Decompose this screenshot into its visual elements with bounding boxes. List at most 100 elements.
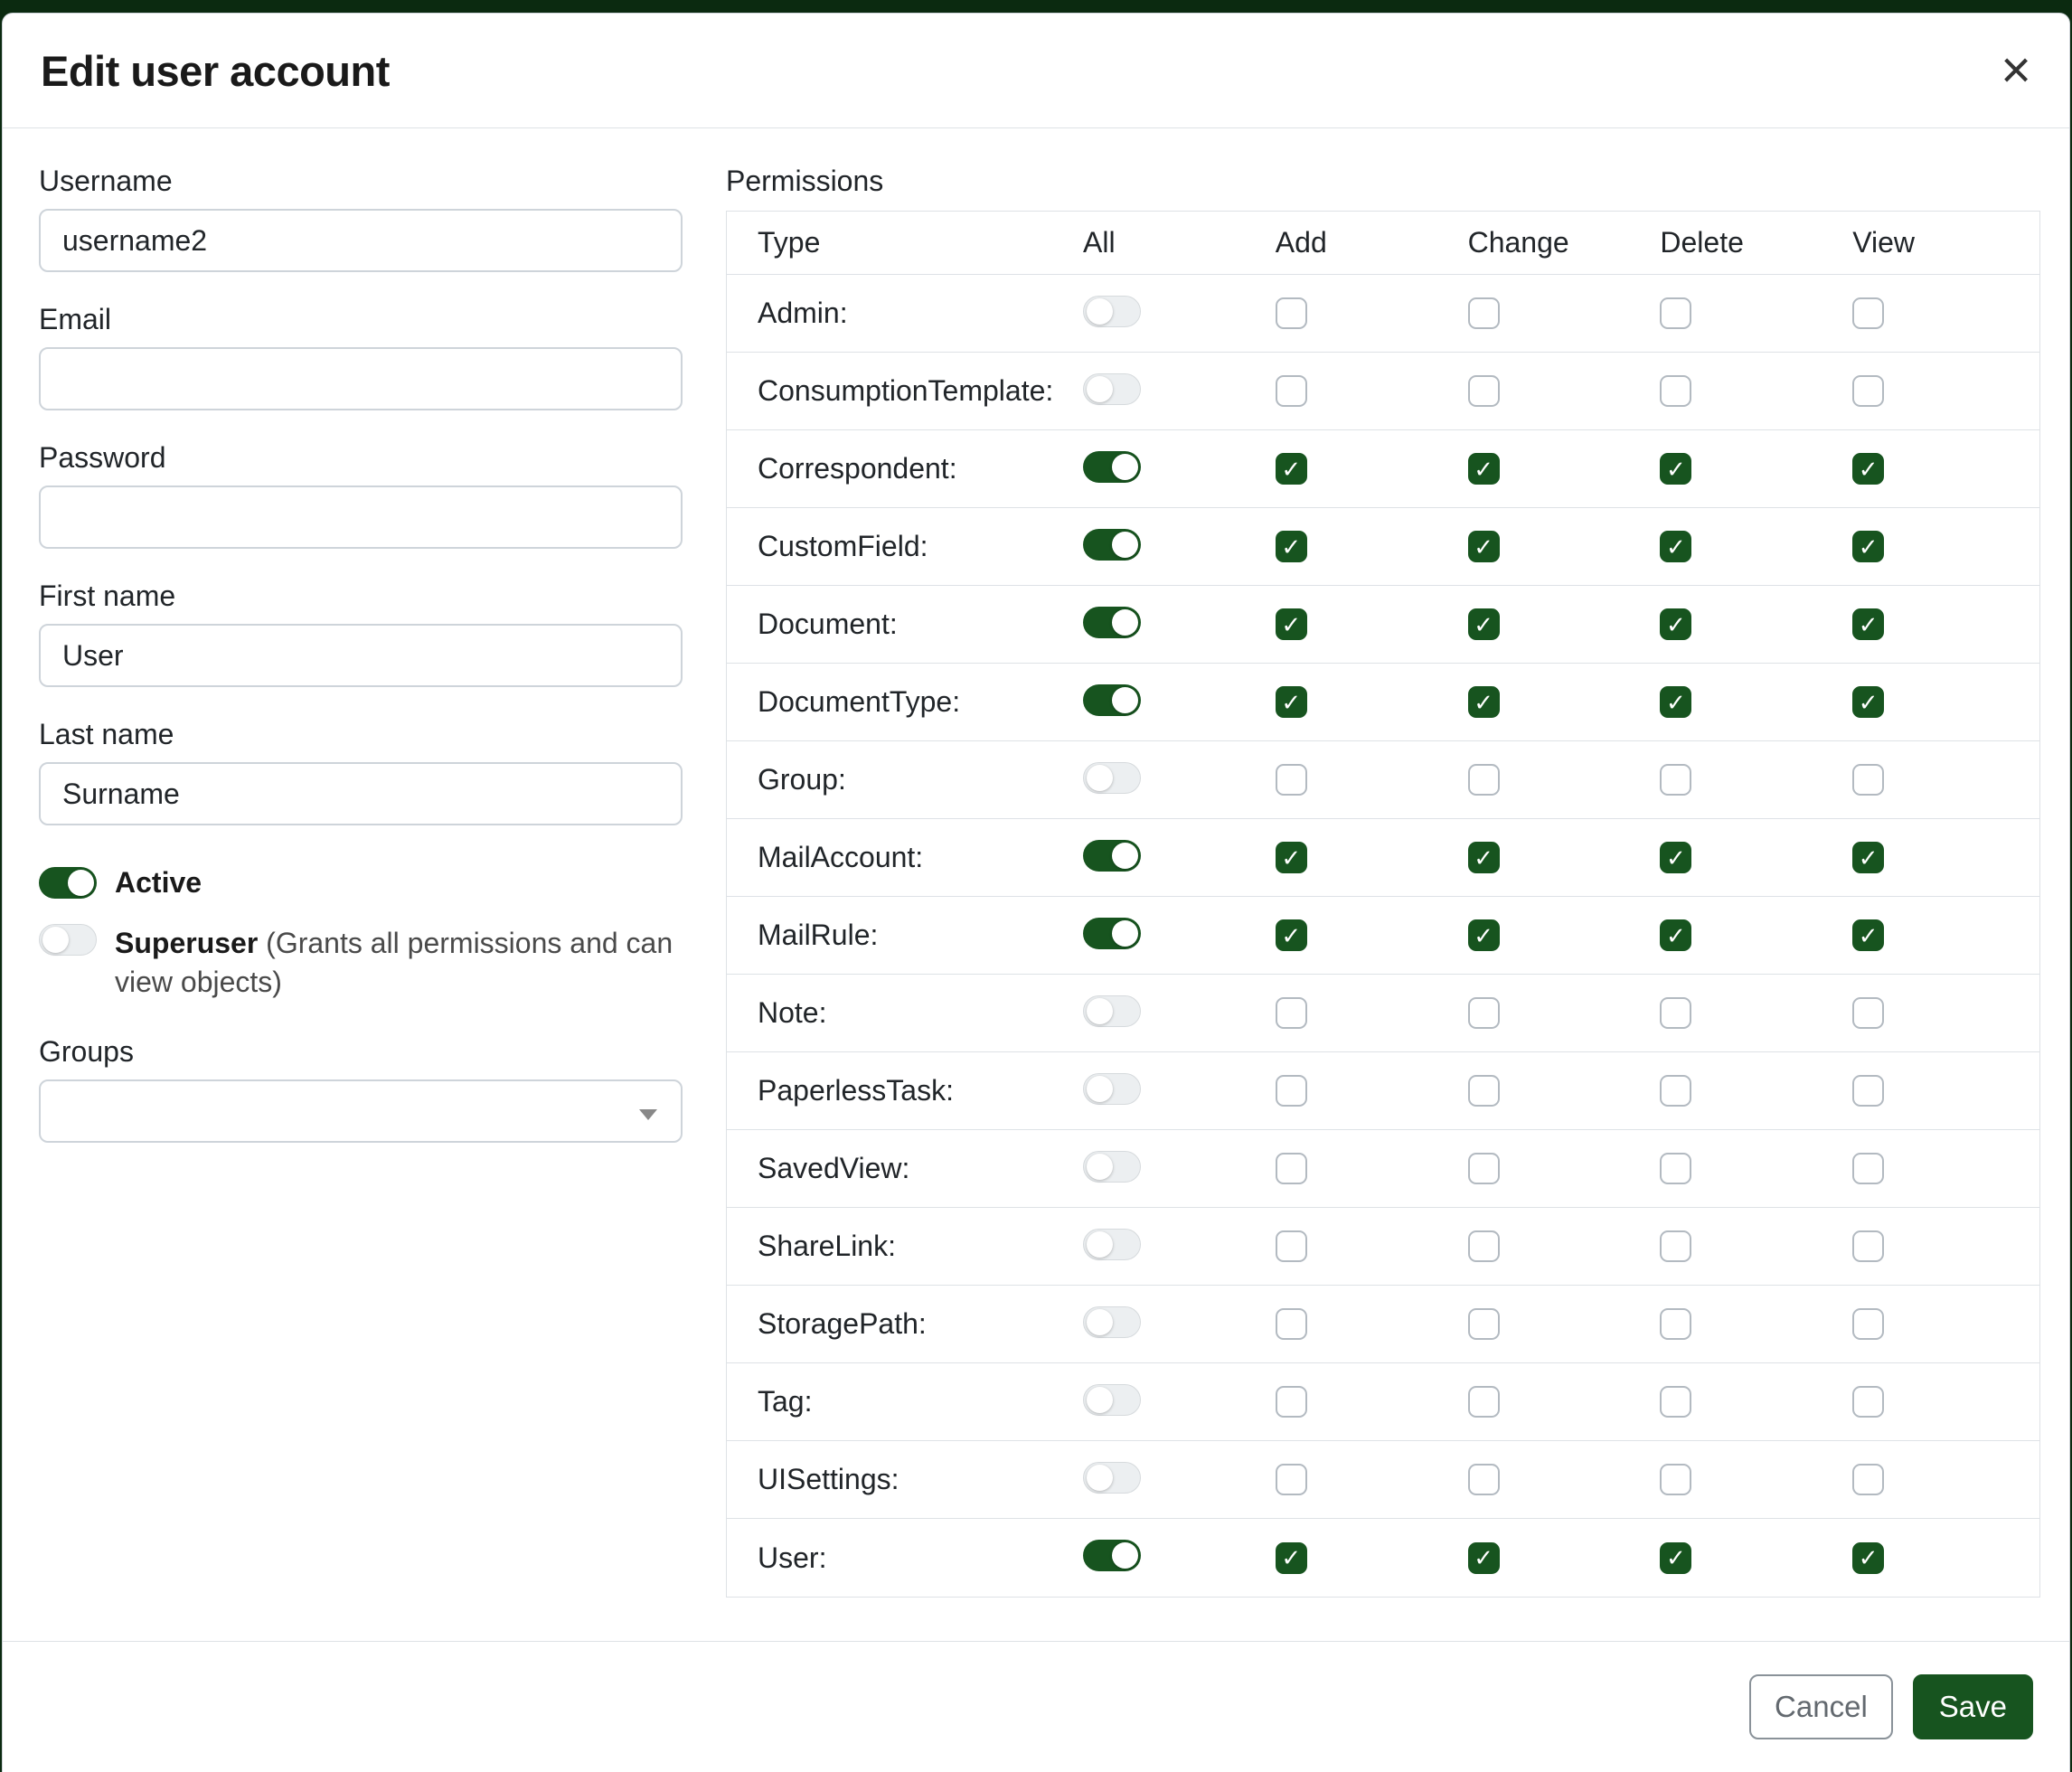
permission-change-checkbox[interactable]: ✓	[1468, 531, 1500, 562]
permission-all-toggle[interactable]	[1083, 1384, 1141, 1416]
permission-all-toggle[interactable]	[1083, 373, 1141, 405]
permission-delete-checkbox[interactable]: ✓	[1660, 1308, 1691, 1340]
permission-view-checkbox[interactable]: ✓	[1852, 1542, 1884, 1574]
groups-select[interactable]	[39, 1079, 683, 1143]
permission-add-checkbox[interactable]: ✓	[1276, 686, 1307, 718]
permission-change-checkbox[interactable]: ✓	[1468, 375, 1500, 407]
permission-change-checkbox[interactable]: ✓	[1468, 1075, 1500, 1107]
permission-view-checkbox[interactable]: ✓	[1852, 842, 1884, 873]
permission-view-checkbox[interactable]: ✓	[1852, 531, 1884, 562]
permission-view-checkbox[interactable]: ✓	[1852, 1308, 1884, 1340]
permission-all-toggle[interactable]	[1083, 529, 1141, 561]
permission-add-checkbox[interactable]: ✓	[1276, 1542, 1307, 1574]
permission-delete-checkbox[interactable]: ✓	[1660, 1075, 1691, 1107]
permission-change-checkbox[interactable]: ✓	[1468, 686, 1500, 718]
permission-add-checkbox[interactable]: ✓	[1276, 608, 1307, 640]
permission-all-toggle[interactable]	[1083, 607, 1141, 638]
first-name-input[interactable]	[39, 624, 683, 687]
permission-add-checkbox[interactable]: ✓	[1276, 842, 1307, 873]
permission-delete-checkbox[interactable]: ✓	[1660, 1464, 1691, 1495]
permission-view-checkbox[interactable]: ✓	[1852, 1230, 1884, 1262]
permission-view-checkbox[interactable]: ✓	[1852, 764, 1884, 796]
username-input[interactable]	[39, 209, 683, 272]
permission-delete-checkbox[interactable]: ✓	[1660, 997, 1691, 1029]
permission-view-checkbox[interactable]: ✓	[1852, 608, 1884, 640]
permission-view-checkbox[interactable]: ✓	[1852, 919, 1884, 951]
save-button[interactable]: Save	[1913, 1674, 2033, 1739]
permission-all-toggle[interactable]	[1083, 684, 1141, 716]
permission-add-checkbox[interactable]: ✓	[1276, 1386, 1307, 1418]
permission-delete-checkbox[interactable]: ✓	[1660, 1386, 1691, 1418]
permission-change-checkbox[interactable]: ✓	[1468, 842, 1500, 873]
permission-all-toggle[interactable]	[1083, 1462, 1141, 1494]
permission-add-checkbox[interactable]: ✓	[1276, 531, 1307, 562]
close-button[interactable]: ×	[2001, 44, 2031, 97]
permission-view-checkbox[interactable]: ✓	[1852, 453, 1884, 485]
permission-add-checkbox[interactable]: ✓	[1276, 919, 1307, 951]
permission-add-checkbox[interactable]: ✓	[1276, 375, 1307, 407]
permission-all-toggle[interactable]	[1083, 1306, 1141, 1338]
permission-all-toggle[interactable]	[1083, 1540, 1141, 1571]
permission-all-toggle[interactable]	[1083, 762, 1141, 794]
permission-row: Document: ✓ ✓ ✓ ✓	[727, 586, 2039, 664]
check-icon: ✓	[1281, 613, 1301, 636]
permission-add-checkbox[interactable]: ✓	[1276, 1308, 1307, 1340]
permission-delete-checkbox[interactable]: ✓	[1660, 453, 1691, 485]
permission-change-checkbox[interactable]: ✓	[1468, 919, 1500, 951]
permission-add-checkbox[interactable]: ✓	[1276, 764, 1307, 796]
permission-change-checkbox[interactable]: ✓	[1468, 453, 1500, 485]
permission-delete-checkbox[interactable]: ✓	[1660, 608, 1691, 640]
permission-all-toggle[interactable]	[1083, 995, 1141, 1027]
permission-view-checkbox[interactable]: ✓	[1852, 375, 1884, 407]
permission-add-checkbox[interactable]: ✓	[1276, 997, 1307, 1029]
permission-all-toggle[interactable]	[1083, 918, 1141, 949]
permission-view-checkbox[interactable]: ✓	[1852, 1153, 1884, 1184]
permission-change-checkbox[interactable]: ✓	[1468, 608, 1500, 640]
permission-change-checkbox[interactable]: ✓	[1468, 1542, 1500, 1574]
permission-change-checkbox[interactable]: ✓	[1468, 1464, 1500, 1495]
permission-add-checkbox[interactable]: ✓	[1276, 1230, 1307, 1262]
permission-all-toggle[interactable]	[1083, 1151, 1141, 1183]
active-toggle[interactable]	[39, 867, 97, 899]
permission-view-checkbox[interactable]: ✓	[1852, 1075, 1884, 1107]
password-input[interactable]	[39, 485, 683, 549]
permission-change-checkbox[interactable]: ✓	[1468, 764, 1500, 796]
permission-change-checkbox[interactable]: ✓	[1468, 1230, 1500, 1262]
permission-view-checkbox[interactable]: ✓	[1852, 1386, 1884, 1418]
superuser-toggle[interactable]	[39, 924, 97, 956]
last-name-input[interactable]	[39, 762, 683, 825]
permission-all-toggle[interactable]	[1083, 1073, 1141, 1105]
permission-row: ShareLink: ✓ ✓ ✓ ✓	[727, 1208, 2039, 1286]
permission-all-toggle[interactable]	[1083, 840, 1141, 872]
email-input[interactable]	[39, 347, 683, 410]
permission-add-checkbox[interactable]: ✓	[1276, 1075, 1307, 1107]
permission-add-checkbox[interactable]: ✓	[1276, 297, 1307, 329]
permission-delete-checkbox[interactable]: ✓	[1660, 297, 1691, 329]
permission-change-checkbox[interactable]: ✓	[1468, 297, 1500, 329]
permission-all-toggle[interactable]	[1083, 451, 1141, 483]
permission-row: MailAccount: ✓ ✓ ✓ ✓	[727, 819, 2039, 897]
permission-delete-checkbox[interactable]: ✓	[1660, 1230, 1691, 1262]
permission-change-checkbox[interactable]: ✓	[1468, 1308, 1500, 1340]
permission-delete-checkbox[interactable]: ✓	[1660, 686, 1691, 718]
cancel-button[interactable]: Cancel	[1749, 1674, 1893, 1739]
permission-view-checkbox[interactable]: ✓	[1852, 686, 1884, 718]
permission-view-checkbox[interactable]: ✓	[1852, 297, 1884, 329]
permission-change-checkbox[interactable]: ✓	[1468, 1386, 1500, 1418]
permission-change-checkbox[interactable]: ✓	[1468, 997, 1500, 1029]
permission-view-checkbox[interactable]: ✓	[1852, 1464, 1884, 1495]
permission-all-toggle[interactable]	[1083, 1229, 1141, 1260]
permission-add-checkbox[interactable]: ✓	[1276, 1464, 1307, 1495]
permission-delete-checkbox[interactable]: ✓	[1660, 375, 1691, 407]
permission-change-checkbox[interactable]: ✓	[1468, 1153, 1500, 1184]
permission-view-checkbox[interactable]: ✓	[1852, 997, 1884, 1029]
permission-add-checkbox[interactable]: ✓	[1276, 453, 1307, 485]
permission-delete-checkbox[interactable]: ✓	[1660, 531, 1691, 562]
permission-all-toggle[interactable]	[1083, 296, 1141, 327]
permission-add-checkbox[interactable]: ✓	[1276, 1153, 1307, 1184]
permission-delete-checkbox[interactable]: ✓	[1660, 919, 1691, 951]
permission-delete-checkbox[interactable]: ✓	[1660, 1153, 1691, 1184]
permission-delete-checkbox[interactable]: ✓	[1660, 1542, 1691, 1574]
permission-delete-checkbox[interactable]: ✓	[1660, 764, 1691, 796]
permission-delete-checkbox[interactable]: ✓	[1660, 842, 1691, 873]
